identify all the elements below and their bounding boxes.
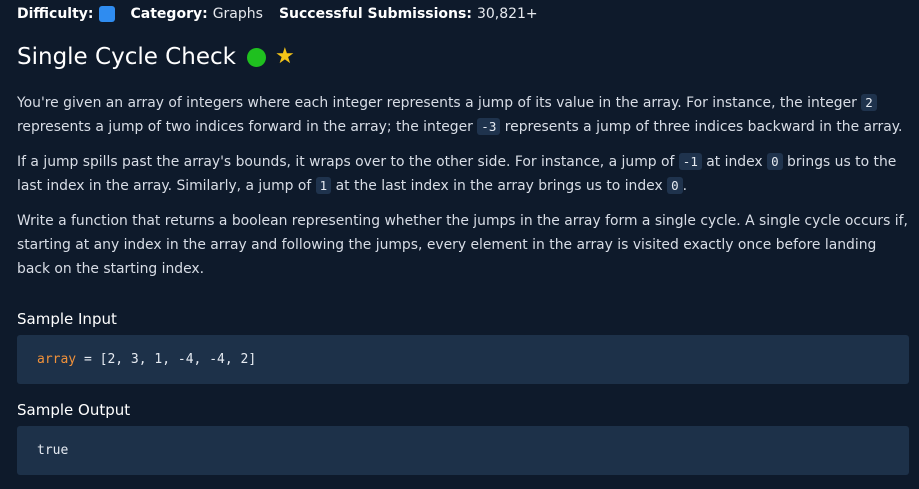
description-paragraph-1: You're given an array of integers where … bbox=[17, 91, 910, 139]
inline-code: 0 bbox=[667, 177, 683, 194]
problem-meta-bar: Difficulty: Category: Graphs Successful … bbox=[17, 6, 554, 22]
completed-status-icon bbox=[246, 47, 266, 67]
difficulty-label: Difficulty: bbox=[17, 6, 94, 22]
text: You're given an array of integers where … bbox=[17, 95, 862, 111]
page-title: Single Cycle Check bbox=[17, 44, 236, 70]
text: . bbox=[682, 178, 688, 194]
sample-output-title: Sample Output bbox=[17, 401, 131, 419]
problem-description: You're given an array of integers where … bbox=[17, 91, 910, 292]
difficulty-group: Difficulty: bbox=[17, 6, 115, 22]
inline-code: 1 bbox=[315, 177, 332, 194]
text: at the last index in the array brings us… bbox=[331, 178, 668, 194]
sample-output-code-block: true bbox=[17, 426, 909, 475]
category-value: Graphs bbox=[212, 6, 263, 22]
submissions-label: Successful Submissions: bbox=[278, 6, 472, 22]
category-label: Category: bbox=[130, 6, 208, 22]
submissions-group: Successful Submissions: 30,821+ bbox=[279, 6, 538, 22]
star-icon[interactable]: ★ bbox=[275, 46, 295, 68]
difficulty-indicator-icon bbox=[98, 6, 115, 22]
text: at index bbox=[701, 154, 768, 170]
code-value: true bbox=[37, 443, 69, 458]
submissions-value: 30,821+ bbox=[476, 6, 538, 22]
code-value: = [2, 3, 1, -4, -4, 2] bbox=[76, 352, 257, 367]
text: represents a jump of two indices forward… bbox=[17, 119, 478, 135]
sample-input-code-block: array = [2, 3, 1, -4, -4, 2] bbox=[17, 335, 909, 384]
text: If a jump spills past the array's bounds… bbox=[17, 154, 679, 170]
inline-code: 2 bbox=[861, 94, 877, 111]
description-paragraph-2: If a jump spills past the array's bounds… bbox=[17, 150, 910, 198]
description-paragraph-3: Write a function that returns a boolean … bbox=[17, 213, 908, 277]
text: represents a jump of three indices backw… bbox=[500, 119, 903, 135]
category-group: Category: Graphs bbox=[131, 6, 263, 22]
title-row: Single Cycle Check ★ bbox=[17, 44, 295, 70]
sample-input-title: Sample Input bbox=[17, 310, 117, 328]
inline-code: -3 bbox=[477, 118, 501, 135]
code-variable: array bbox=[37, 352, 77, 367]
inline-code: 0 bbox=[767, 153, 783, 170]
inline-code: -1 bbox=[678, 153, 702, 170]
